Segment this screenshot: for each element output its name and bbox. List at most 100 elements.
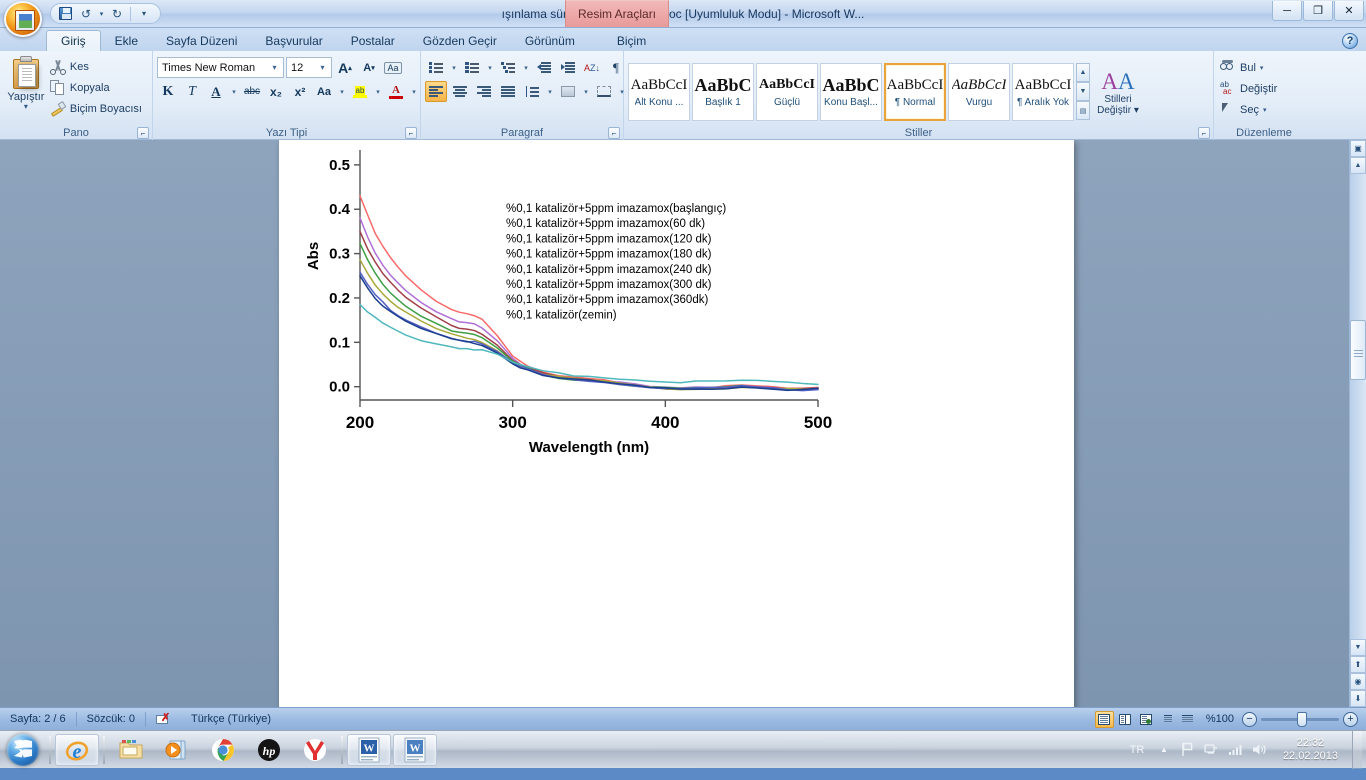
- scroll-down-button[interactable]: ▼: [1350, 639, 1366, 656]
- outline-view-button[interactable]: [1158, 711, 1177, 728]
- numbering-dropdown[interactable]: ▾: [485, 57, 495, 78]
- document-canvas[interactable]: 0.00.10.20.30.40.5200300400500Wavelength…: [0, 140, 1366, 707]
- highlight-button[interactable]: ab: [349, 81, 371, 102]
- style-item-3[interactable]: AaBbCKonu Başl...: [820, 63, 882, 121]
- page-indicator[interactable]: Sayfa: 2 / 6: [0, 708, 76, 731]
- clipboard-dialog-launcher[interactable]: ⌐: [137, 127, 149, 139]
- change-case-dropdown[interactable]: ▾: [337, 81, 347, 102]
- font-name-combo[interactable]: Times New Roman ▾: [157, 57, 284, 78]
- redo-button[interactable]: ↻: [107, 5, 127, 23]
- scrollbar-thumb[interactable]: [1350, 320, 1366, 380]
- clear-formatting-button[interactable]: Aa: [382, 57, 404, 78]
- multilevel-list-button[interactable]: [497, 57, 519, 78]
- help-icon[interactable]: ?: [1342, 33, 1358, 49]
- decrease-indent-button[interactable]: [533, 57, 555, 78]
- show-hidden-icons-button[interactable]: ▲: [1155, 741, 1173, 759]
- print-layout-view-button[interactable]: [1095, 711, 1114, 728]
- undo-dropdown[interactable]: ▾: [97, 5, 106, 23]
- action-center-flag-icon[interactable]: [1179, 741, 1197, 759]
- font-dialog-launcher[interactable]: ⌐: [405, 127, 417, 139]
- taskbar-item-windows-explorer[interactable]: [109, 734, 153, 766]
- taskbar-item-google-chrome[interactable]: [201, 734, 245, 766]
- zoom-in-button[interactable]: +: [1343, 712, 1358, 727]
- change-case-button[interactable]: Aa: [313, 81, 335, 102]
- styles-dialog-launcher[interactable]: ⌐: [1198, 127, 1210, 139]
- taskbar-item-microsoft-word-1[interactable]: W: [347, 734, 391, 766]
- line-spacing-dropdown[interactable]: ▾: [545, 81, 555, 102]
- tab-sayfa-duzeni[interactable]: Sayfa Düzeni: [152, 30, 251, 51]
- replace-button[interactable]: ab ac Değiştir: [1218, 79, 1283, 99]
- bullets-dropdown[interactable]: ▾: [449, 57, 459, 78]
- clock[interactable]: 22:32 22.02.2013: [1275, 737, 1346, 763]
- zoom-slider-track[interactable]: [1261, 718, 1339, 721]
- vertical-scrollbar[interactable]: ▣ ▲ ▼ ⬆ ◉ ⬇: [1349, 140, 1366, 707]
- style-item-1[interactable]: AaBbCBaşlık 1: [692, 63, 754, 121]
- taskbar-item-windows-media-player[interactable]: [155, 734, 199, 766]
- previous-page-button[interactable]: ⬆: [1350, 656, 1366, 673]
- taskbar-item-internet-explorer[interactable]: e: [55, 734, 99, 766]
- office-button[interactable]: [4, 1, 42, 37]
- shading-button[interactable]: [557, 81, 579, 102]
- italic-button[interactable]: T: [181, 81, 203, 102]
- increase-indent-button[interactable]: [557, 57, 579, 78]
- multilevel-dropdown[interactable]: ▾: [521, 57, 531, 78]
- copy-button[interactable]: Kopyala: [48, 78, 148, 98]
- shrink-font-button[interactable]: A▾: [358, 57, 380, 78]
- tab-basvurular[interactable]: Başvurular: [251, 30, 336, 51]
- cut-button[interactable]: Kes: [48, 57, 148, 77]
- paragraph-dialog-launcher[interactable]: ⌐: [608, 127, 620, 139]
- scrollbar-object-browser-top[interactable]: ▣: [1350, 140, 1366, 157]
- align-center-button[interactable]: [449, 81, 471, 102]
- minimize-button[interactable]: ─: [1272, 1, 1302, 21]
- language-indicator[interactable]: TR: [1125, 741, 1149, 759]
- styles-scroll-up[interactable]: ▲: [1076, 63, 1090, 82]
- language-indicator[interactable]: Türkçe (Türkiye): [181, 708, 281, 731]
- align-right-button[interactable]: [473, 81, 495, 102]
- bold-button[interactable]: K: [157, 81, 179, 102]
- sort-button[interactable]: AZ↓: [581, 57, 603, 78]
- taskbar-item-microsoft-word-2[interactable]: W: [393, 734, 437, 766]
- style-item-5[interactable]: AaBbCcIVurgu: [948, 63, 1010, 121]
- show-desktop-button[interactable]: [1352, 731, 1362, 769]
- tab-bicim[interactable]: Biçim: [603, 30, 660, 51]
- taskbar-item-yandex-browser[interactable]: [293, 734, 337, 766]
- tab-postalar[interactable]: Postalar: [337, 30, 409, 51]
- justify-button[interactable]: [497, 81, 519, 102]
- underline-button[interactable]: A: [205, 81, 227, 102]
- undo-button[interactable]: ↺: [76, 5, 96, 23]
- scrollbar-track[interactable]: [1350, 174, 1366, 639]
- paste-button[interactable]: Yapıştır ▾: [4, 54, 48, 110]
- full-screen-reading-button[interactable]: [1116, 711, 1135, 728]
- signal-strength-icon[interactable]: [1227, 741, 1245, 759]
- draft-view-button[interactable]: [1179, 711, 1198, 728]
- tab-giris[interactable]: Giriş: [46, 30, 101, 51]
- numbering-button[interactable]: [461, 57, 483, 78]
- bullets-button[interactable]: [425, 57, 447, 78]
- zoom-out-button[interactable]: −: [1242, 712, 1257, 727]
- format-painter-button[interactable]: Biçim Boyacısı: [48, 99, 148, 119]
- taskbar-item-hp-support[interactable]: hp: [247, 734, 291, 766]
- font-size-combo[interactable]: 12 ▾: [286, 57, 332, 78]
- contextual-tab-picture-tools[interactable]: Resim Araçları: [565, 0, 669, 27]
- styles-scroll-down[interactable]: ▼: [1076, 82, 1090, 101]
- web-layout-view-button[interactable]: [1137, 711, 1156, 728]
- style-item-4[interactable]: AaBbCcI¶ Normal: [884, 63, 946, 121]
- change-styles-button[interactable]: AA Stilleri Değiştir ▾: [1090, 67, 1146, 116]
- find-button[interactable]: Bul ▾: [1218, 58, 1283, 78]
- styles-more[interactable]: ▤: [1076, 101, 1090, 120]
- tab-gozden-gecir[interactable]: Gözden Geçir: [409, 30, 511, 51]
- superscript-button[interactable]: x²: [289, 81, 311, 102]
- highlight-dropdown[interactable]: ▾: [373, 81, 383, 102]
- tab-gorunum[interactable]: Görünüm: [511, 30, 589, 51]
- close-button[interactable]: ✕: [1334, 1, 1364, 21]
- word-count[interactable]: Sözcük: 0: [77, 708, 145, 731]
- underline-dropdown[interactable]: ▾: [229, 81, 239, 102]
- select-button[interactable]: Seç ▾: [1218, 100, 1283, 120]
- zoom-slider-thumb[interactable]: [1297, 712, 1307, 727]
- shading-dropdown[interactable]: ▾: [581, 81, 591, 102]
- select-browse-object-button[interactable]: ◉: [1350, 673, 1366, 690]
- tab-ekle[interactable]: Ekle: [101, 30, 152, 51]
- font-color-button[interactable]: A: [385, 81, 407, 102]
- scroll-up-button[interactable]: ▲: [1350, 157, 1366, 174]
- strikethrough-button[interactable]: abc: [241, 81, 263, 102]
